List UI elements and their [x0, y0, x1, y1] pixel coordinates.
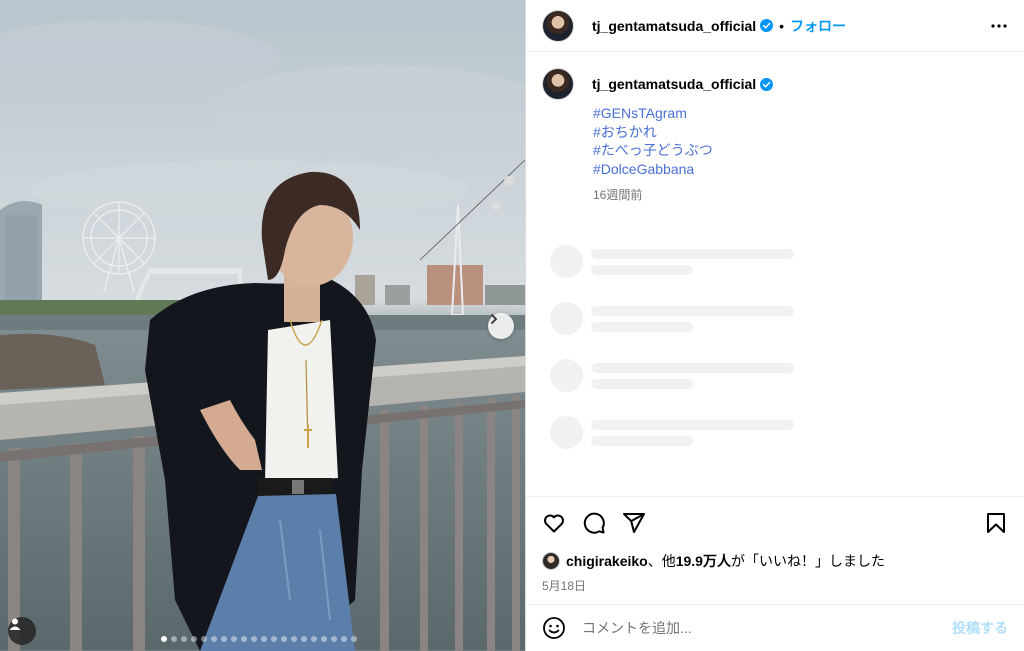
post-photo[interactable] [0, 0, 525, 651]
caption-username[interactable]: tj_gentamatsuda_official [592, 76, 756, 92]
carousel-dot [201, 636, 207, 642]
hashtag-link[interactable]: #DolceGabbana [593, 160, 1008, 179]
post-actions: chigirakeiko 、他 19.9万人 が「いいね！」しました 5月18日 [526, 496, 1024, 594]
emoji-icon[interactable] [542, 616, 566, 640]
carousel-dot [161, 636, 167, 642]
carousel-dot [311, 636, 317, 642]
carousel-dot [231, 636, 237, 642]
carousel-dot [271, 636, 277, 642]
carousel-dot [221, 636, 227, 642]
separator-dot: • [779, 17, 785, 34]
hashtag-link[interactable]: #GENsTAgram [593, 104, 1008, 123]
carousel-dot [301, 636, 307, 642]
more-options-button[interactable] [990, 17, 1008, 35]
carousel-indicator [161, 636, 357, 642]
post-date[interactable]: 5月18日 [542, 577, 1008, 594]
hashtag-link[interactable]: #たべっ子どうぶつ [593, 141, 1008, 160]
carousel-dot [341, 636, 347, 642]
carousel-dot [171, 636, 177, 642]
carousel-dot [291, 636, 297, 642]
avatar[interactable] [542, 9, 574, 42]
heart-icon[interactable] [542, 511, 566, 535]
chevron-right-icon [491, 314, 498, 324]
carousel-dot [251, 636, 257, 642]
comment-icon[interactable] [582, 511, 606, 535]
carousel-dot [261, 636, 267, 642]
photo-scene [0, 20, 525, 651]
carousel-dot [321, 636, 327, 642]
post-comment-button[interactable]: 投稿する [952, 618, 1008, 638]
bookmark-icon[interactable] [984, 511, 1008, 535]
likes-count[interactable]: 19.9万人 [676, 551, 731, 571]
carousel-dot [181, 636, 187, 642]
username-link[interactable]: tj_gentamatsuda_official [592, 18, 756, 34]
carousel-dot [211, 636, 217, 642]
carousel-dot [281, 636, 287, 642]
next-slide-button[interactable] [488, 313, 514, 339]
carousel-dot [191, 636, 197, 642]
post-header: tj_gentamatsuda_official • フォロー [526, 0, 1024, 52]
liker-username[interactable]: chigirakeiko [566, 553, 648, 569]
hashtag-link[interactable]: #おちかれ [593, 123, 1008, 142]
likes-summary: chigirakeiko 、他 19.9万人 が「いいね！」しました [542, 551, 1008, 571]
post-side-panel: tj_gentamatsuda_official • フォロー tj_genta… [525, 0, 1024, 651]
likes-mid-text: 、他 [647, 553, 676, 569]
verified-badge-icon [760, 77, 774, 91]
carousel-dot [241, 636, 247, 642]
follow-button[interactable]: フォロー [790, 16, 846, 36]
post-caption: tj_gentamatsuda_official #GENsTAgram #おち… [542, 68, 1008, 203]
carousel-dot [331, 636, 337, 642]
user-tag-button[interactable] [8, 617, 36, 645]
user-tag-icon [9, 618, 21, 630]
caption-avatar[interactable] [542, 68, 574, 100]
comment-input[interactable] [582, 620, 952, 636]
carousel-dot [351, 636, 357, 642]
liker-avatar[interactable] [542, 552, 560, 570]
share-icon[interactable] [622, 511, 646, 535]
post-time-ago[interactable]: 16週間前 [593, 186, 1008, 203]
comment-form: 投稿する [526, 604, 1024, 651]
more-options-icon [991, 23, 1007, 28]
likes-suffix: が「いいね！」しました [730, 553, 885, 569]
verified-badge-icon [760, 19, 774, 32]
